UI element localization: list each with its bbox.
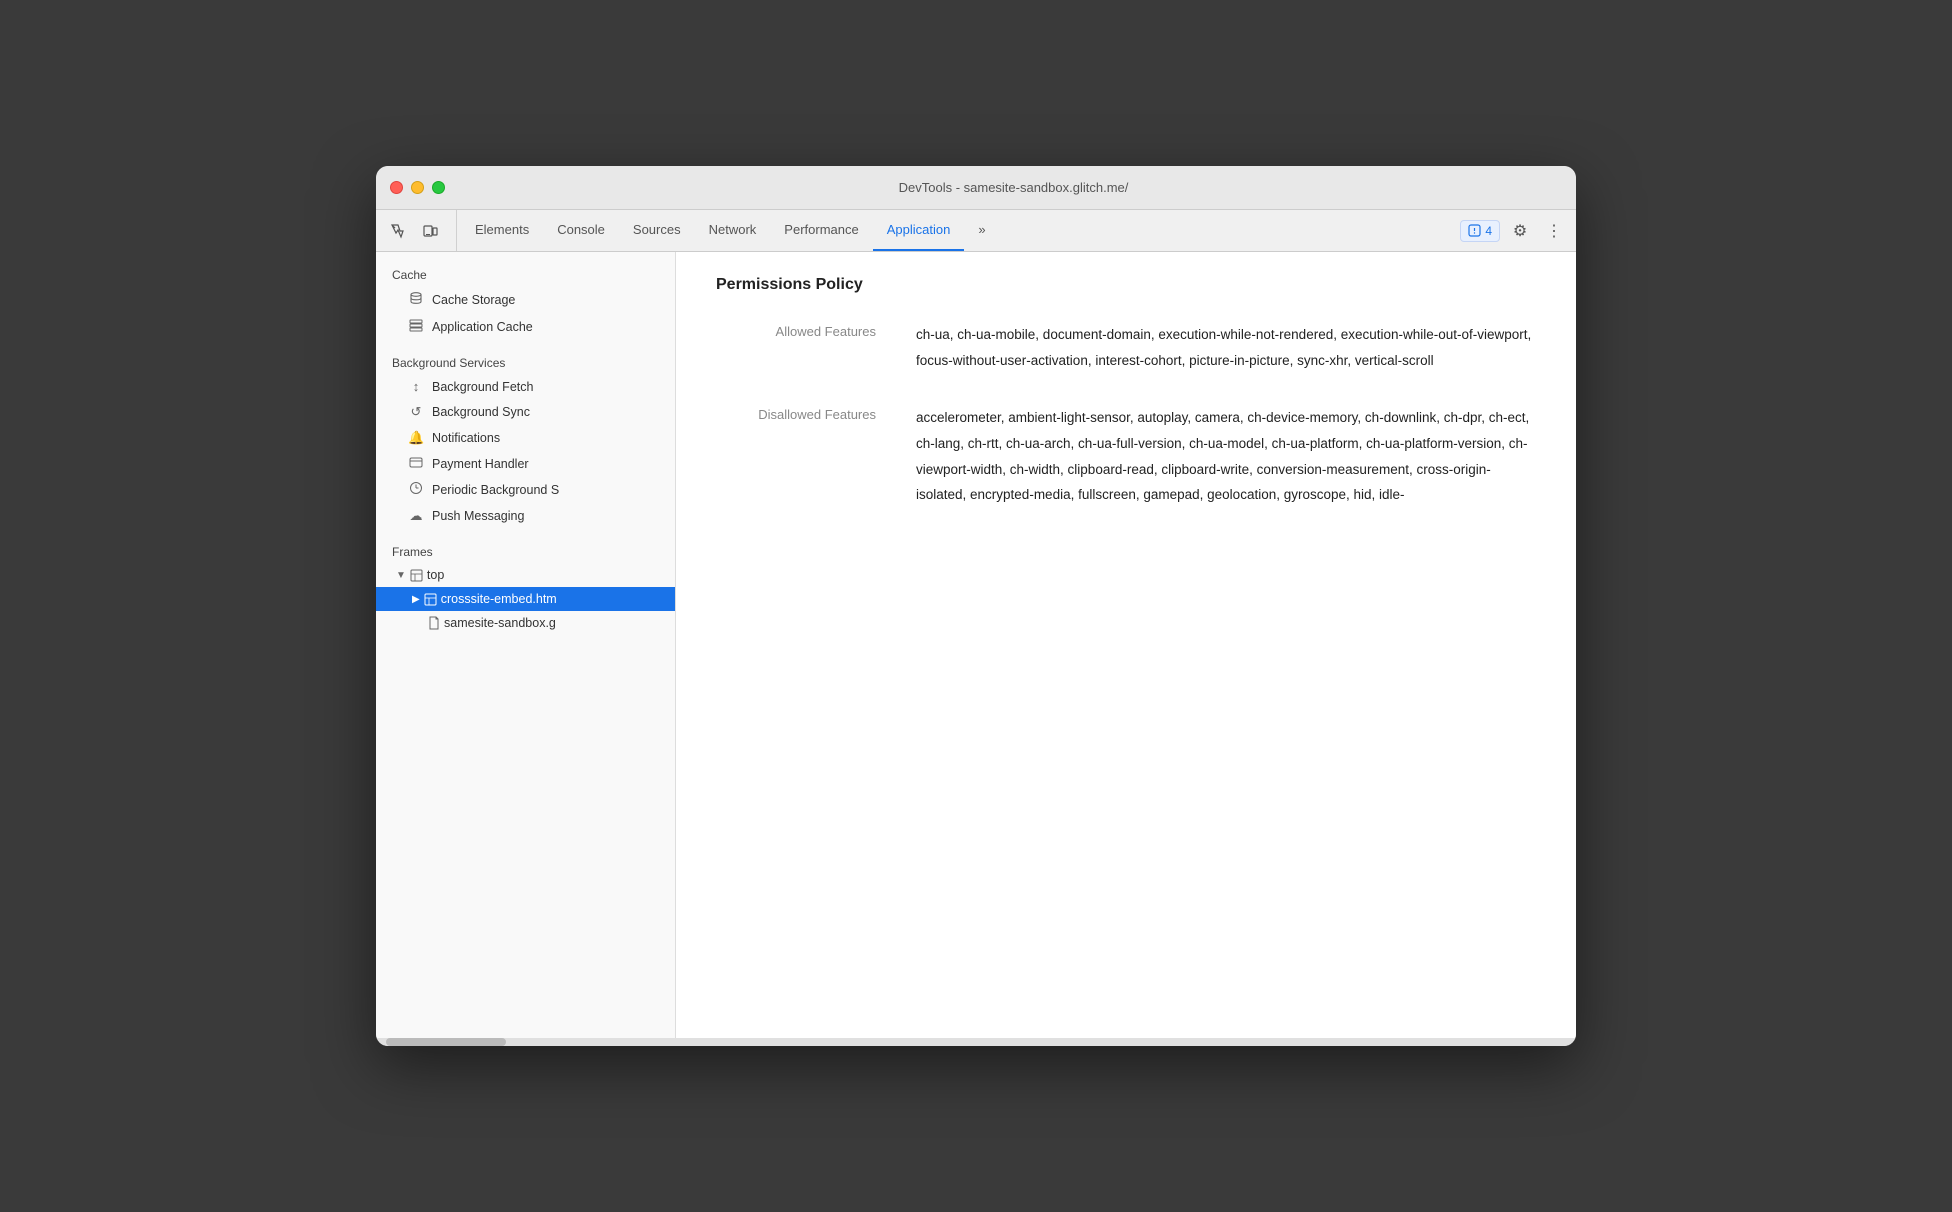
disallowed-features-label: Disallowed Features bbox=[716, 405, 876, 422]
payment-handler-label: Payment Handler bbox=[432, 457, 529, 471]
tab-more[interactable]: » bbox=[964, 210, 999, 251]
background-sync-label: Background Sync bbox=[432, 405, 530, 419]
crosssite-arrow: ▶ bbox=[412, 594, 420, 605]
top-frame-label: top bbox=[427, 568, 444, 582]
allowed-features-value: ch-ua, ch-ua-mobile, document-domain, ex… bbox=[916, 322, 1536, 373]
crosssite-label: crosssite-embed.htm bbox=[441, 592, 557, 606]
sidebar-item-cache-storage[interactable]: Cache Storage bbox=[376, 286, 675, 313]
settings-icon[interactable]: ⚙ bbox=[1506, 217, 1534, 245]
main-content: Cache Cache Storage bbox=[376, 252, 1576, 1038]
periodic-background-label: Periodic Background S bbox=[432, 483, 559, 497]
tab-application[interactable]: Application bbox=[873, 210, 965, 251]
disallowed-features-row: Disallowed Features accelerometer, ambie… bbox=[716, 405, 1536, 508]
file-icon bbox=[428, 616, 440, 630]
sidebar-item-notifications[interactable]: 🔔 Notifications bbox=[376, 425, 675, 451]
allowed-features-label: Allowed Features bbox=[716, 322, 876, 339]
issues-count: 4 bbox=[1485, 224, 1492, 238]
tab-console[interactable]: Console bbox=[543, 210, 619, 251]
cache-section-label: Cache bbox=[376, 260, 675, 286]
notifications-label: Notifications bbox=[432, 431, 500, 445]
push-messaging-icon: ☁ bbox=[408, 508, 424, 524]
window-title: DevTools - samesite-sandbox.glitch.me/ bbox=[465, 180, 1562, 195]
title-bar: DevTools - samesite-sandbox.glitch.me/ bbox=[376, 166, 1576, 210]
cache-storage-icon bbox=[408, 291, 424, 308]
sidebar-item-background-sync[interactable]: ↺ Background Sync bbox=[376, 399, 675, 425]
tab-network[interactable]: Network bbox=[695, 210, 771, 251]
toolbar-left-icons bbox=[384, 210, 457, 251]
push-messaging-label: Push Messaging bbox=[432, 509, 524, 523]
frame-icon bbox=[410, 569, 423, 582]
background-services-label: Background Services bbox=[376, 348, 675, 374]
background-fetch-icon: ↕ bbox=[408, 379, 424, 394]
sidebar-item-periodic-background[interactable]: Periodic Background S bbox=[376, 476, 675, 503]
content-panel: Permissions Policy Allowed Features ch-u… bbox=[676, 252, 1576, 1038]
close-button[interactable] bbox=[390, 181, 403, 194]
periodic-background-icon bbox=[408, 481, 424, 498]
sidebar-item-top-frame[interactable]: ▼ top bbox=[376, 563, 675, 587]
tab-sources[interactable]: Sources bbox=[619, 210, 695, 251]
horizontal-scrollbar[interactable] bbox=[376, 1038, 1576, 1046]
sidebar-item-push-messaging[interactable]: ☁ Push Messaging bbox=[376, 503, 675, 529]
toolbar: Elements Console Sources Network Perform… bbox=[376, 210, 1576, 252]
more-options-icon[interactable]: ⋮ bbox=[1540, 217, 1568, 245]
sidebar-item-application-cache[interactable]: Application Cache bbox=[376, 313, 675, 340]
minimize-button[interactable] bbox=[411, 181, 424, 194]
disallowed-features-value: accelerometer, ambient-light-sensor, aut… bbox=[916, 405, 1536, 508]
notifications-icon: 🔔 bbox=[408, 430, 424, 446]
cache-storage-label: Cache Storage bbox=[432, 293, 515, 307]
samesite-label: samesite-sandbox.g bbox=[444, 616, 556, 630]
inspect-element-icon[interactable] bbox=[384, 217, 412, 245]
background-fetch-label: Background Fetch bbox=[432, 380, 533, 394]
allowed-features-row: Allowed Features ch-ua, ch-ua-mobile, do… bbox=[716, 322, 1536, 373]
background-sync-icon: ↺ bbox=[408, 404, 424, 420]
toolbar-right: 4 ⚙ ⋮ bbox=[1452, 210, 1568, 251]
maximize-button[interactable] bbox=[432, 181, 445, 194]
device-toolbar-icon[interactable] bbox=[416, 217, 444, 245]
tab-performance[interactable]: Performance bbox=[770, 210, 872, 251]
crosssite-frame-icon bbox=[424, 593, 437, 606]
sidebar-item-payment-handler[interactable]: Payment Handler bbox=[376, 451, 675, 476]
page-title: Permissions Policy bbox=[716, 276, 1536, 294]
tabs: Elements Console Sources Network Perform… bbox=[461, 210, 1452, 251]
tab-elements[interactable]: Elements bbox=[461, 210, 543, 251]
sidebar-item-background-fetch[interactable]: ↕ Background Fetch bbox=[376, 374, 675, 399]
frames-section-label: Frames bbox=[376, 537, 675, 563]
payment-handler-icon bbox=[408, 456, 424, 471]
allowed-features-section: Allowed Features ch-ua, ch-ua-mobile, do… bbox=[716, 322, 1536, 373]
sidebar: Cache Cache Storage bbox=[376, 252, 676, 1038]
issues-badge[interactable]: 4 bbox=[1460, 220, 1500, 242]
application-cache-label: Application Cache bbox=[432, 320, 533, 334]
sidebar-item-samesite[interactable]: samesite-sandbox.g bbox=[376, 611, 675, 635]
traffic-lights bbox=[390, 181, 445, 194]
application-cache-icon bbox=[408, 318, 424, 335]
sidebar-item-crosssite[interactable]: ▶ crosssite-embed.htm bbox=[376, 587, 675, 611]
devtools-window: DevTools - samesite-sandbox.glitch.me/ E… bbox=[376, 166, 1576, 1046]
disallowed-features-section: Disallowed Features accelerometer, ambie… bbox=[716, 405, 1536, 508]
top-frame-arrow: ▼ bbox=[396, 570, 406, 581]
horizontal-scrollbar-thumb[interactable] bbox=[386, 1038, 506, 1046]
